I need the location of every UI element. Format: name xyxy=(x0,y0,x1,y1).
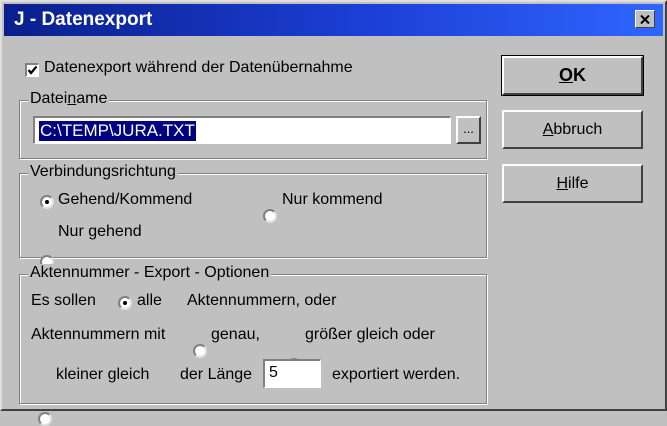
length-value: 5 xyxy=(269,364,278,381)
radio-nur-kommend-label[interactable]: Nur kommend xyxy=(282,191,382,209)
filename-legend: Dateiname xyxy=(28,90,110,108)
length-suffix: exportiert werden. xyxy=(332,366,461,383)
radio-nur-kommend[interactable] xyxy=(263,209,277,223)
close-button[interactable] xyxy=(635,10,655,28)
export-dialog: J - Datenexport Datenexport während der … xyxy=(0,0,667,426)
checkmark-icon xyxy=(27,65,38,75)
row1-prefix: Es sollen xyxy=(31,292,96,309)
radio-genau[interactable] xyxy=(193,344,207,358)
row1-suffix: Aktennummern, oder xyxy=(187,292,337,309)
radio-alle[interactable] xyxy=(118,296,132,310)
window-title: J - Datenexport xyxy=(14,9,153,30)
radio-groesser-gleich-label[interactable]: größer gleich oder xyxy=(305,326,435,344)
radio-nur-gehend-label[interactable]: Nur gehend xyxy=(58,223,142,241)
ok-button[interactable]: OK xyxy=(501,55,644,96)
radio-gehend-kommend-label[interactable]: Gehend/Kommend xyxy=(58,191,192,209)
filename-value: C:\TEMP\JURA.TXT xyxy=(39,121,196,141)
radio-kleiner-gleich-label[interactable]: kleiner gleich xyxy=(56,366,149,384)
direction-group: Verbindungsrichtung Gehend/Kommend Nur k… xyxy=(19,163,487,269)
length-prefix: der Länge xyxy=(180,366,253,383)
direction-legend: Verbindungsrichtung xyxy=(28,163,178,181)
radio-genau-label[interactable]: genau, xyxy=(211,326,260,344)
browse-button[interactable]: ... xyxy=(456,116,481,144)
row2-prefix: Aktennummern mit xyxy=(31,326,166,343)
filename-input[interactable]: C:\TEMP\JURA.TXT xyxy=(33,116,451,144)
radio-kleiner-gleich[interactable] xyxy=(38,412,52,426)
title-bar[interactable]: J - Datenexport xyxy=(4,4,663,36)
export-checkbox-label[interactable]: Datenexport während der Datenübernahme xyxy=(44,59,353,77)
options-group: Aktennummer - Export - Optionen Es solle… xyxy=(19,264,487,426)
length-input[interactable]: 5 xyxy=(263,359,321,388)
radio-gehend-kommend[interactable] xyxy=(40,195,54,209)
close-icon xyxy=(640,14,650,24)
cancel-button[interactable]: Abbruch xyxy=(502,110,643,149)
help-button[interactable]: Hilfe xyxy=(502,164,643,203)
export-checkbox[interactable] xyxy=(25,63,39,77)
options-legend: Aktennummer - Export - Optionen xyxy=(28,264,272,282)
filename-group: Dateiname C:\TEMP\JURA.TXT ... xyxy=(19,90,487,159)
radio-alle-label[interactable]: alle xyxy=(137,292,162,310)
